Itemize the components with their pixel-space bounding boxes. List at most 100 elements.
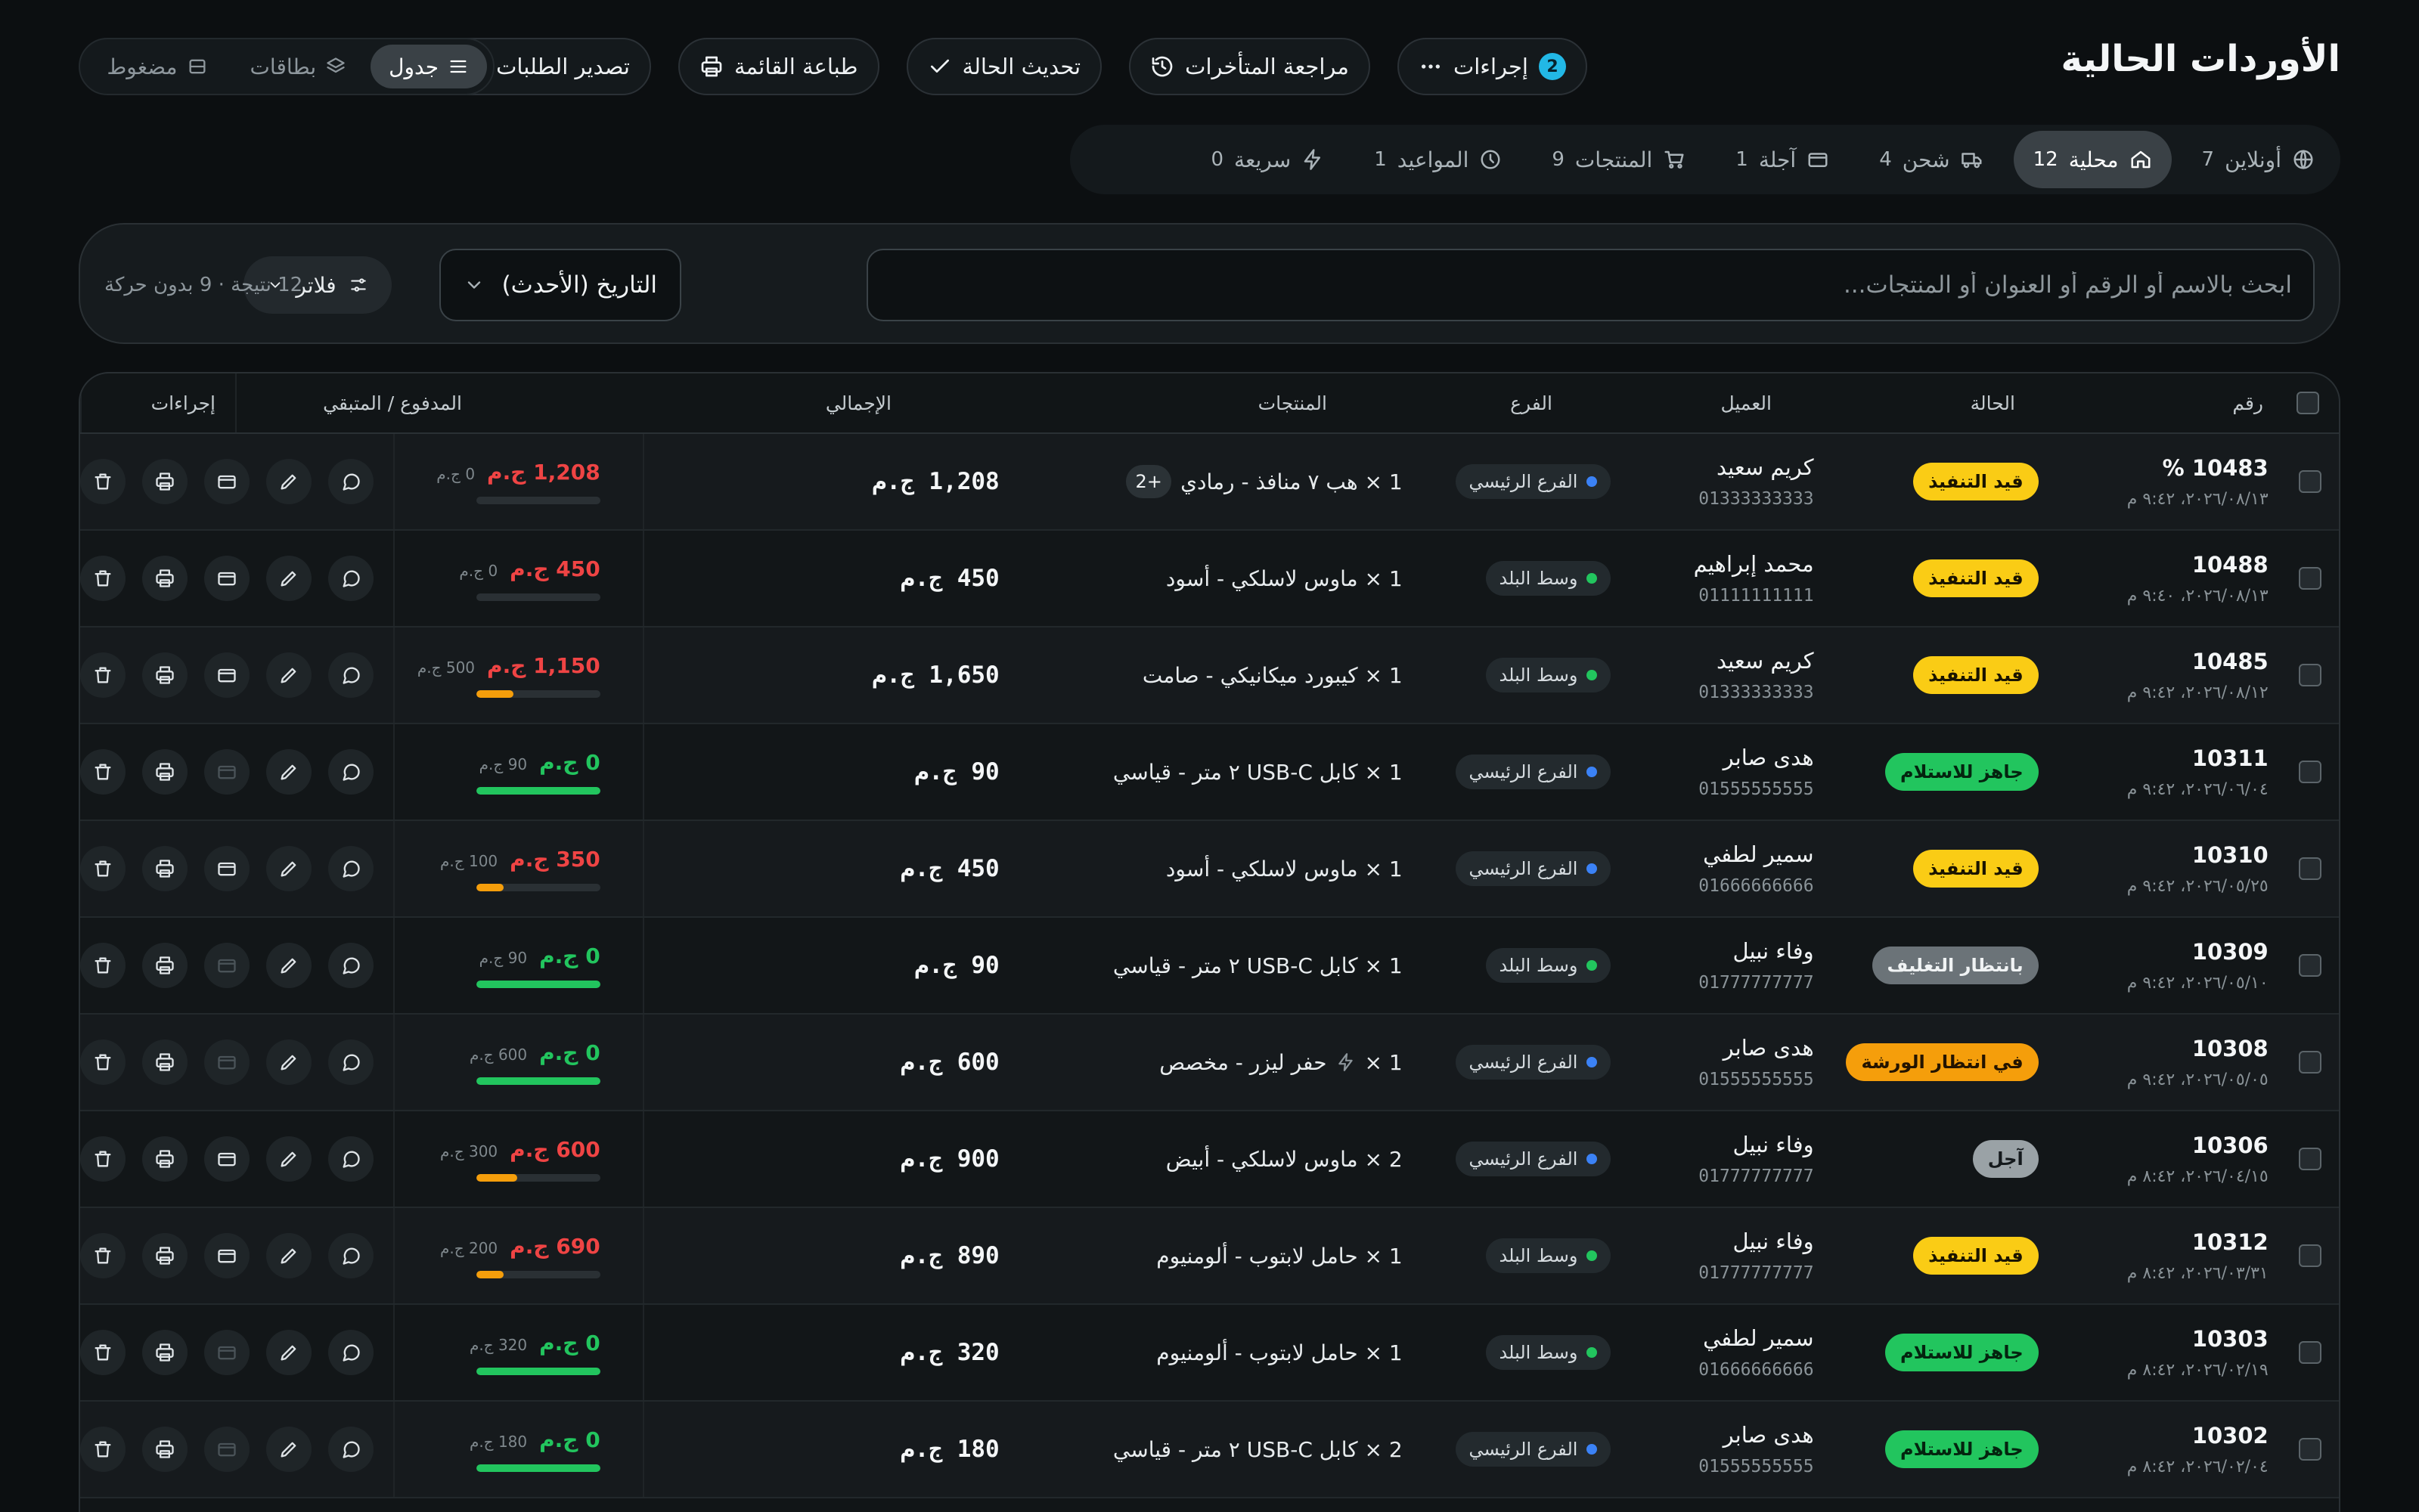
message-button[interactable]: [328, 1136, 374, 1182]
client-name[interactable]: وفاء نبيل: [1733, 1228, 1814, 1254]
client-name[interactable]: سمير لطفي: [1703, 841, 1814, 867]
order-number[interactable]: 10308: [2192, 1036, 2269, 1061]
table-row[interactable]: 10312 ٢٠٢٦/٠٣/٣١، ٨:٤٢ م قيد التنفيذ وفاء ن…: [80, 1208, 2339, 1305]
message-button[interactable]: [328, 1427, 374, 1472]
status-badge[interactable]: قيد التنفيذ: [1913, 559, 2039, 597]
message-button[interactable]: [328, 556, 374, 601]
sort-select[interactable]: التاريخ (الأحدث): [439, 249, 681, 321]
tab-shipping[interactable]: شحن 4: [1859, 131, 2002, 188]
tab-appointments[interactable]: المواعيد 1: [1354, 131, 1521, 188]
client-name[interactable]: محمد إبراهيم: [1694, 551, 1814, 577]
status-badge[interactable]: في انتظار الورشة: [1846, 1043, 2039, 1081]
edit-button[interactable]: [266, 1427, 312, 1472]
delete-button[interactable]: [80, 1330, 126, 1375]
tab-local[interactable]: محلية 12: [2013, 131, 2172, 188]
payment-button[interactable]: [204, 749, 250, 795]
table-row[interactable]: 10311 ٢٠٢٦/٠٦/٠٤، ٩:٤٢ م جاهز للاستلام هدى …: [80, 724, 2339, 821]
edit-button[interactable]: [266, 1233, 312, 1278]
table-row[interactable]: 10309 ٢٠٢٦/٠٥/١٠، ٩:٤٢ م بانتظار التغليف وف…: [80, 918, 2339, 1015]
row-checkbox[interactable]: [2299, 1148, 2322, 1170]
delete-button[interactable]: [80, 652, 126, 698]
view-compact-option[interactable]: مضغوط: [88, 45, 225, 88]
delete-button[interactable]: [80, 1427, 126, 1472]
order-number[interactable]: 10302: [2192, 1423, 2269, 1448]
print-button[interactable]: [142, 1427, 188, 1472]
order-number[interactable]: 10310: [2192, 842, 2269, 868]
message-button[interactable]: [328, 1233, 374, 1278]
message-button[interactable]: [328, 1330, 374, 1375]
payment-button[interactable]: [204, 846, 250, 891]
print-button[interactable]: [142, 846, 188, 891]
print-button[interactable]: [142, 1040, 188, 1085]
row-checkbox[interactable]: [2299, 954, 2322, 977]
edit-button[interactable]: [266, 943, 312, 988]
client-name[interactable]: كريم سعيد: [1717, 648, 1814, 674]
print-button[interactable]: [142, 1136, 188, 1182]
delete-button[interactable]: [80, 943, 126, 988]
table-row[interactable]: 10310 ٢٠٢٦/٠٥/٢٥، ٩:٤٢ م قيد التنفيذ سمير ل…: [80, 821, 2339, 918]
col-header-status[interactable]: الحالة: [1785, 373, 2042, 432]
more-products-badge[interactable]: +2: [1126, 465, 1172, 498]
payment-button[interactable]: [204, 652, 250, 698]
client-name[interactable]: سمير لطفي: [1703, 1325, 1814, 1351]
tab-deferred[interactable]: آجلة 1: [1716, 131, 1849, 188]
tab-quick[interactable]: سريعة 0: [1191, 131, 1344, 188]
client-name[interactable]: هدى صابر: [1723, 1035, 1814, 1061]
edit-button[interactable]: [266, 652, 312, 698]
table-row[interactable]: 10308 ٢٠٢٦/٠٥/٠٥، ٩:٤٢ م في انتظار الورشة ه…: [80, 1015, 2339, 1111]
edit-button[interactable]: [266, 749, 312, 795]
status-badge[interactable]: آجل: [1972, 1140, 2039, 1178]
row-checkbox[interactable]: [2299, 1341, 2322, 1364]
payment-button[interactable]: [204, 1136, 250, 1182]
client-name[interactable]: وفاء نبيل: [1733, 1132, 1814, 1157]
print-button[interactable]: [142, 1233, 188, 1278]
order-number[interactable]: 10309: [2192, 939, 2269, 965]
row-checkbox[interactable]: [2299, 664, 2322, 686]
status-badge[interactable]: جاهز للاستلام: [1884, 1430, 2039, 1468]
row-checkbox[interactable]: [2299, 857, 2322, 880]
message-button[interactable]: [328, 943, 374, 988]
message-button[interactable]: [328, 652, 374, 698]
table-row[interactable]: 10306 ٢٠٢٦/٠٤/١٥، ٨:٤٢ م آجل وفاء نبيل 01777…: [80, 1111, 2339, 1208]
payment-button[interactable]: [204, 943, 250, 988]
client-name[interactable]: وفاء نبيل: [1733, 938, 1814, 964]
message-button[interactable]: [328, 459, 374, 504]
status-badge[interactable]: قيد التنفيذ: [1913, 656, 2039, 694]
tab-online[interactable]: أونلاين 7: [2182, 131, 2334, 188]
print-button[interactable]: [142, 749, 188, 795]
delete-button[interactable]: [80, 1136, 126, 1182]
print-button[interactable]: [142, 556, 188, 601]
message-button[interactable]: [328, 846, 374, 891]
delete-button[interactable]: [80, 1040, 126, 1085]
row-checkbox[interactable]: [2299, 567, 2322, 590]
status-badge[interactable]: جاهز للاستلام: [1884, 753, 2039, 791]
col-header-paid[interactable]: المدفوع / المتبقي: [235, 373, 504, 432]
print-button[interactable]: [142, 459, 188, 504]
col-header-total[interactable]: الإجمالي: [504, 373, 931, 432]
tab-products[interactable]: المنتجات 9: [1532, 131, 1705, 188]
row-checkbox[interactable]: [2299, 1051, 2322, 1074]
payment-button[interactable]: [204, 556, 250, 601]
row-checkbox[interactable]: [2299, 1244, 2322, 1267]
payment-button[interactable]: [204, 1040, 250, 1085]
order-number[interactable]: 10312: [2192, 1229, 2269, 1255]
print-list-button[interactable]: طباعة القائمة: [678, 38, 879, 95]
order-number[interactable]: 10485: [2192, 649, 2269, 674]
order-number[interactable]: 10303: [2192, 1326, 2269, 1352]
delete-button[interactable]: [80, 459, 126, 504]
search-input[interactable]: [867, 249, 2315, 321]
table-row[interactable]: 10485 ٢٠٢٦/٠٨/١٢، ٩:٤٢ م قيد التنفيذ كريم س…: [80, 627, 2339, 724]
payment-button[interactable]: [204, 1330, 250, 1375]
view-cards-option[interactable]: بطاقات: [232, 45, 365, 88]
row-checkbox[interactable]: [2299, 470, 2322, 493]
client-name[interactable]: هدى صابر: [1723, 745, 1814, 770]
edit-button[interactable]: [266, 846, 312, 891]
col-header-branch[interactable]: الفرع: [1347, 373, 1571, 432]
edit-button[interactable]: [266, 1330, 312, 1375]
payment-button[interactable]: [204, 459, 250, 504]
actions-button[interactable]: 2 إجراءات: [1397, 38, 1587, 95]
table-row[interactable]: 10303 ٢٠٢٦/٠٢/١٩، ٨:٤٢ م جاهز للاستلام سمير…: [80, 1305, 2339, 1402]
status-badge[interactable]: جاهز للاستلام: [1884, 1334, 2039, 1371]
delete-button[interactable]: [80, 556, 126, 601]
edit-button[interactable]: [266, 1136, 312, 1182]
